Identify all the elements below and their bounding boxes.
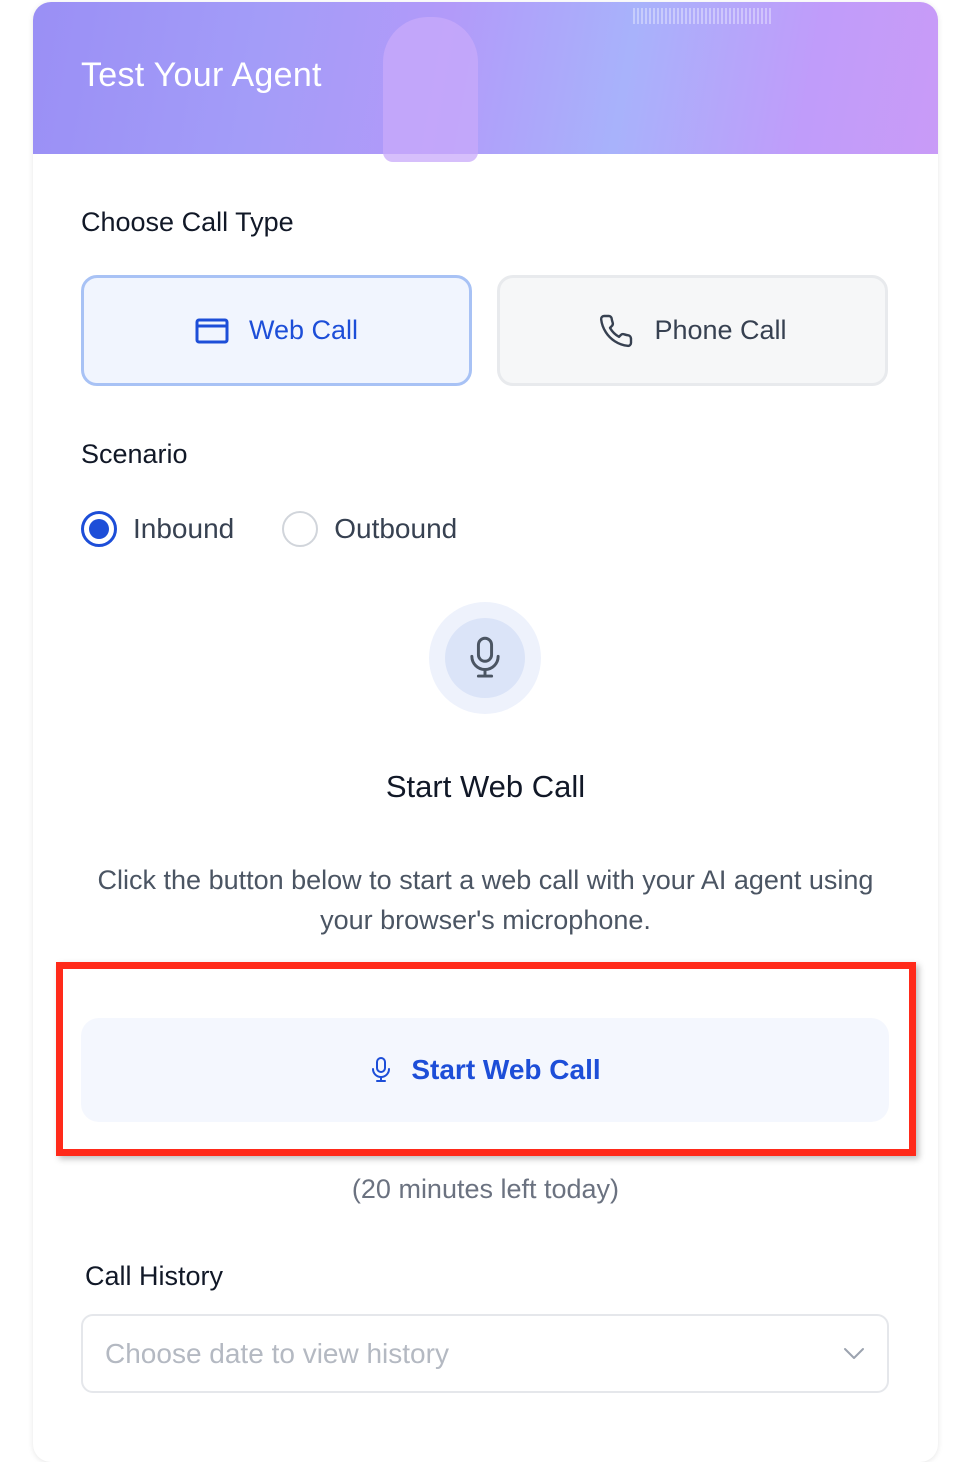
phone-call-option[interactable]: Phone Call bbox=[497, 275, 888, 386]
radio-outbound-label: Outbound bbox=[334, 513, 458, 544]
call-type-label: Choose Call Type bbox=[81, 207, 294, 237]
web-call-label: Web Call bbox=[248, 315, 359, 345]
minutes-left-text: (20 minutes left today) bbox=[351, 1174, 620, 1204]
header-decoration-stripe bbox=[633, 8, 773, 24]
call-history-date-select[interactable]: Choose date to view history bbox=[81, 1314, 889, 1393]
scenario-label: Scenario bbox=[81, 439, 188, 469]
scenario-radio-group: Inbound Outbound bbox=[81, 511, 457, 547]
call-history-placeholder: Choose date to view history bbox=[105, 1337, 449, 1369]
start-web-call-heading: Start Web Call bbox=[385, 769, 586, 804]
start-web-call-description: Click the button below to start a web ca… bbox=[97, 865, 874, 935]
card-header: Test Your Agent bbox=[33, 2, 938, 162]
radio-inbound-label: Inbound bbox=[133, 513, 235, 544]
phone-call-label: Phone Call bbox=[654, 315, 787, 345]
phone-icon bbox=[598, 313, 634, 349]
radio-inbound[interactable]: Inbound bbox=[81, 511, 234, 547]
page-title: Test Your Agent bbox=[81, 56, 322, 94]
test-agent-card: Test Your Agent Choose Call Type Web Cal… bbox=[33, 2, 938, 1462]
web-call-option[interactable]: Web Call bbox=[81, 275, 472, 386]
radio-outbound-circle[interactable] bbox=[282, 511, 319, 547]
radio-outbound[interactable]: Outbound bbox=[282, 511, 457, 547]
microphone-icon bbox=[465, 635, 505, 681]
microphone-badge bbox=[429, 602, 541, 714]
browser-window-icon bbox=[195, 318, 229, 344]
header-decoration-shape bbox=[383, 17, 478, 162]
highlight-box bbox=[56, 962, 916, 1156]
chevron-down-icon bbox=[843, 1347, 865, 1361]
radio-inbound-circle[interactable] bbox=[81, 511, 117, 547]
call-history-label: Call History bbox=[85, 1261, 224, 1291]
